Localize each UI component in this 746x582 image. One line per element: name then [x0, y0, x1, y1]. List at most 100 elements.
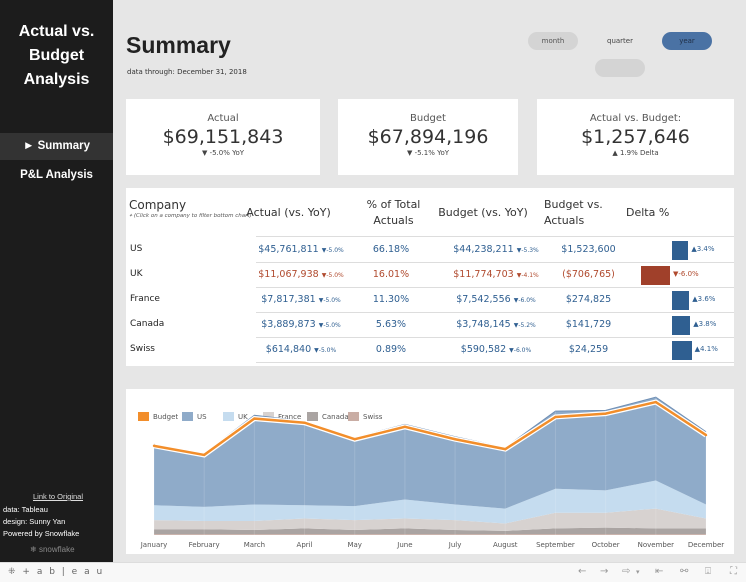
- budget-value: $11,774,703: [453, 269, 514, 280]
- budget-cell: $44,238,211 ▼-5.3%: [441, 244, 551, 255]
- kpi-label: Actual: [207, 113, 239, 124]
- budget-point[interactable]: [453, 438, 457, 441]
- undo-icon[interactable]: ←: [578, 566, 586, 577]
- bva-cell: ($706,765): [562, 269, 615, 280]
- actual-value: $7,817,381: [261, 294, 316, 305]
- actual-cell: $614,840 ▼-5.0%: [246, 344, 356, 355]
- actual-value: $3,889,873: [261, 319, 316, 330]
- nav-item-pl-analysis[interactable]: P&L Analysis: [0, 162, 113, 189]
- header-bva: Budget vs. Actuals: [544, 197, 604, 229]
- budget-value: $3,748,145: [456, 319, 511, 330]
- actual-value: $45,761,811: [258, 244, 319, 255]
- table-row[interactable]: Canada $3,889,873 ▼-5.0% 5.63% $3,748,14…: [126, 312, 734, 337]
- period-quarter-button[interactable]: quarter: [596, 32, 644, 50]
- table-row[interactable]: UK $11,067,938 ▼-5.0% 16.01% $11,774,703…: [126, 262, 734, 287]
- budget-point[interactable]: [253, 417, 256, 420]
- pct-total-cell: 11.30%: [372, 294, 410, 305]
- budget-point[interactable]: [604, 412, 607, 415]
- revert-icon[interactable]: ⇨: [622, 566, 630, 577]
- kpi-delta: ▼ -5.1% YoY: [406, 149, 450, 157]
- nav-item-summary[interactable]: ► Summary: [0, 133, 113, 160]
- download-icon[interactable]: ⍗: [705, 566, 711, 577]
- budget-point[interactable]: [504, 447, 507, 451]
- table-row[interactable]: France $7,817,381 ▼-5.0% 11.30% $7,542,5…: [126, 287, 734, 312]
- budget-value: $7,542,556: [456, 294, 511, 305]
- x-tick-label: July: [448, 541, 462, 549]
- budget-point[interactable]: [403, 425, 407, 429]
- budget-cell: $590,582 ▼-6.0%: [441, 344, 551, 355]
- credit-powered: Powered by Snowflake: [3, 529, 80, 538]
- kpi-delta: ▼ -5.0% YoY: [201, 149, 245, 157]
- header-pct-line2: Actuals: [373, 214, 414, 227]
- company-name[interactable]: UK: [130, 269, 143, 279]
- budget-cell: $7,542,556 ▼-6.0%: [441, 294, 551, 305]
- actual-yoy: ▼-5.0%: [318, 297, 341, 304]
- period-blank-button[interactable]: [595, 59, 645, 77]
- actual-yoy: ▼-5.0%: [314, 347, 337, 354]
- budget-point[interactable]: [704, 433, 708, 437]
- budget-point[interactable]: [353, 438, 356, 441]
- x-tick-label: September: [536, 541, 575, 549]
- kpi-budget: Budget $67,894,196 ▼ -5.1% YoY: [338, 99, 518, 175]
- pct-total-cell: 16.01%: [372, 269, 410, 280]
- delta-bar: [672, 316, 691, 335]
- share-icon[interactable]: ⚯: [680, 566, 688, 577]
- delta-label: ▼-6.0%: [673, 270, 699, 278]
- delta-bar: [641, 266, 670, 285]
- credits: Link to Original data: Tableau design: S…: [3, 491, 113, 540]
- budget-point[interactable]: [554, 415, 557, 419]
- table-row[interactable]: Swiss $614,840 ▼-5.0% 0.89% $590,582 ▼-6…: [126, 337, 734, 362]
- kpi-label: Budget: [410, 113, 446, 124]
- x-tick-label: May: [347, 541, 362, 549]
- budget-point[interactable]: [152, 444, 156, 448]
- table-row[interactable]: US $45,761,811 ▼-5.0% 66.18% $44,238,211…: [126, 237, 734, 262]
- header-company: Company: [129, 198, 187, 212]
- fullscreen-icon[interactable]: ⛶: [730, 566, 737, 577]
- x-tick-label: January: [140, 541, 168, 549]
- link-to-original[interactable]: Link to Original: [3, 491, 113, 503]
- company-name[interactable]: Canada: [130, 319, 164, 329]
- app-title-line: Budget: [28, 47, 85, 64]
- delta-label: ▲3.6%: [692, 295, 716, 303]
- dropdown-icon[interactable]: ▾: [636, 568, 640, 576]
- budget-yoy: ▼-6.0%: [513, 297, 536, 304]
- company-name[interactable]: US: [130, 244, 142, 254]
- budget-yoy: ▼-5.2%: [513, 322, 536, 329]
- sidebar: Actual vs. Budget Analysis ► Summary P&L…: [0, 0, 113, 562]
- redo-icon[interactable]: →: [600, 566, 608, 577]
- bva-cell: $274,825: [565, 294, 612, 305]
- period-year-button[interactable]: year: [662, 32, 712, 50]
- header-actual: Actual (vs. YoY): [246, 206, 331, 219]
- budget-point[interactable]: [654, 400, 658, 404]
- kpi-value: $69,151,843: [162, 126, 284, 148]
- pct-total-cell: 5.63%: [375, 319, 407, 330]
- x-tick-label: November: [637, 541, 675, 549]
- period-month-button[interactable]: month: [528, 32, 578, 50]
- reset-icon[interactable]: ⇤: [655, 566, 663, 577]
- credit-design: design: Sunny Yan: [3, 517, 66, 526]
- budget-value: $44,238,211: [453, 244, 514, 255]
- company-table: Company ⌖ (Click on a company to filter …: [126, 188, 734, 366]
- delta-bar: [672, 241, 689, 260]
- tableau-icon: ⁜: [8, 567, 18, 577]
- header-pct-total: % of Total Actuals: [351, 197, 436, 229]
- x-tick-label: August: [493, 541, 518, 549]
- company-name[interactable]: France: [130, 294, 160, 304]
- bva-cell: $24,259: [568, 344, 609, 355]
- x-tick-label: March: [243, 541, 266, 549]
- budget-value: $590,582: [460, 344, 507, 355]
- company-name[interactable]: Swiss: [130, 344, 155, 354]
- budget-point[interactable]: [202, 453, 206, 457]
- area-chart: [152, 396, 708, 535]
- kpi-actual: Actual $69,151,843 ▼ -5.0% YoY: [126, 99, 320, 175]
- app-title-line: Actual vs.: [18, 23, 95, 40]
- area-swiss: [154, 534, 706, 535]
- delta-label: ▲3.4%: [691, 245, 715, 253]
- actual-value: $614,840: [265, 344, 312, 355]
- budget-point[interactable]: [303, 421, 306, 424]
- actual-cell: $7,817,381 ▼-5.0%: [246, 294, 356, 305]
- actual-yoy: ▼-5.0%: [318, 322, 341, 329]
- bva-cell: $141,729: [565, 319, 612, 330]
- kpi-delta: ▲ 1.9% Delta: [612, 149, 659, 157]
- kpi-actual-vs-budget: Actual vs. Budget: $1,257,646 ▲ 1.9% Del…: [537, 99, 734, 175]
